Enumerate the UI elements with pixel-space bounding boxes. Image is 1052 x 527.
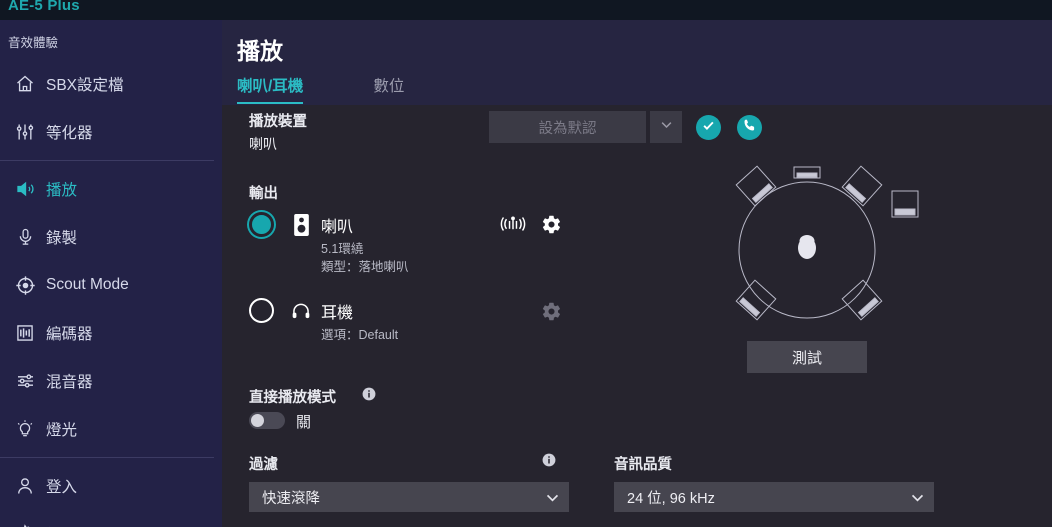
headphones-device-name: 耳機 (321, 305, 354, 322)
headphones-device-option: 選項：Default (321, 328, 399, 342)
sidebar-item-scout-mode[interactable]: Scout Mode (0, 261, 222, 309)
app-title: AE-5 Plus (8, 0, 80, 14)
sidebar-section-label: 音效體驗 (8, 36, 59, 50)
sidebar-item-label: 錄製 (46, 230, 78, 247)
sidebar-item-label: SBX設定檔 (46, 77, 124, 94)
sidebar-item-label: 等化器 (46, 125, 93, 142)
sidebar-item-label: 混音器 (46, 374, 93, 391)
sidebar-item-label: Scout Mode (46, 276, 129, 293)
set-as-default-button[interactable]: 設為默認 (489, 111, 646, 143)
title-bar: AE-5 Plus (0, 0, 1052, 20)
front-right-speaker-icon (841, 165, 883, 207)
playback-device-label: 播放裝置 (249, 114, 307, 130)
sidebar-item-label: 燈光 (46, 422, 78, 439)
encoder-icon (8, 320, 42, 346)
tab-bar: 喇叭/耳機 數位 (237, 74, 474, 104)
speaker-layout-diagram (722, 160, 952, 340)
speaker-device-config: 5.1環繞 (321, 242, 364, 256)
direct-mode-title: 直接播放模式 (249, 390, 336, 406)
subwoofer-icon (891, 190, 919, 218)
tab-digital[interactable]: 數位 (373, 74, 404, 104)
front-left-speaker-icon (735, 165, 777, 207)
sidebar-nav: SBX設定檔 等化器 播放 錄製 Scout Mode 編碼器 混音器 燈光 登… (0, 60, 222, 527)
playback-device-block: 播放裝置 喇叭 (249, 110, 307, 154)
direct-mode-info-icon[interactable] (362, 387, 376, 401)
sidebar-item-label: 編碼器 (46, 326, 93, 343)
speaker-device-name: 喇叭 (321, 219, 354, 236)
filter-label: 過濾 (249, 457, 278, 473)
listener-head-icon (798, 235, 816, 259)
confirm-device-button[interactable] (696, 115, 721, 140)
sidebar-item-encoder[interactable]: 編碼器 (0, 309, 222, 357)
sidebar-item-equalizer[interactable]: 等化器 (0, 108, 222, 156)
test-speakers-button[interactable]: 測試 (747, 341, 867, 373)
sidebar: 音效體驗 SBX設定檔 等化器 播放 錄製 Scout Mode 編碼器 混音器… (0, 20, 222, 527)
speaker-box-icon (289, 212, 313, 238)
chevron-down-icon (535, 489, 569, 506)
communications-device-button[interactable] (737, 115, 762, 140)
sidebar-item-lighting[interactable]: 燈光 (0, 405, 222, 453)
audio-quality-dropdown[interactable]: 24 位, 96 kHz (614, 482, 934, 512)
lightbulb-icon (8, 416, 42, 442)
sidebar-item-login[interactable]: 登入 (0, 462, 222, 510)
audio-quality-value: 24 位, 96 kHz (627, 490, 715, 507)
center-speaker-icon (793, 166, 821, 179)
playback-device-value: 喇叭 (249, 136, 277, 152)
home-icon (8, 71, 42, 97)
mixer-icon (8, 368, 42, 394)
person-icon (8, 473, 42, 499)
filter-dropdown-value: 快速滾降 (262, 490, 320, 507)
microphone-icon (8, 224, 42, 250)
headphones-radio-button[interactable] (249, 298, 274, 323)
device-dropdown-button[interactable] (650, 111, 682, 143)
rear-right-speaker-icon (841, 279, 883, 321)
headphones-settings-gear-icon[interactable] (540, 299, 562, 323)
rear-left-speaker-icon (735, 279, 777, 321)
sidebar-item-sbx-profile[interactable]: SBX設定檔 (0, 60, 222, 108)
broadcast-icon[interactable] (500, 212, 526, 236)
equalizer-icon (8, 119, 42, 145)
speaker-device-type: 類型：落地喇叭 (321, 260, 409, 274)
output-section-title: 輸出 (249, 186, 278, 202)
audio-quality-label: 音訊品質 (614, 457, 672, 473)
app-window: AE-5 Plus 音效體驗 SBX設定檔 等化器 播放 錄製 Scout Mo… (0, 0, 1052, 527)
direct-mode-toggle[interactable] (249, 412, 285, 429)
sidebar-divider-1 (0, 160, 214, 161)
phone-icon (742, 118, 757, 138)
check-icon (701, 118, 716, 138)
speaker-wave-icon (8, 176, 42, 202)
filter-dropdown[interactable]: 快速滾降 (249, 482, 569, 512)
speaker-radio-button[interactable] (249, 212, 274, 237)
sidebar-item-label: 登入 (46, 479, 78, 496)
sidebar-item-recording[interactable]: 錄製 (0, 213, 222, 261)
speaker-settings-gear-icon[interactable] (540, 212, 562, 236)
sidebar-divider-2 (0, 457, 214, 458)
chevron-down-icon (659, 117, 674, 137)
page-title: 播放 (237, 38, 283, 64)
sidebar-item-settings[interactable]: 設置 (0, 510, 222, 527)
sidebar-item-playback[interactable]: 播放 (0, 165, 222, 213)
toggle-knob (251, 414, 264, 427)
filter-info-icon[interactable] (542, 453, 556, 467)
sidebar-item-label: 設置 (42, 523, 77, 527)
gear-icon (8, 521, 42, 527)
sidebar-item-label: 播放 (46, 182, 78, 199)
crosshair-icon (8, 272, 42, 298)
chevron-down-icon (900, 489, 934, 506)
sidebar-item-mixer[interactable]: 混音器 (0, 357, 222, 405)
tab-speakers-headphones[interactable]: 喇叭/耳機 (237, 74, 304, 104)
headphones-icon (289, 298, 313, 324)
direct-mode-toggle-label: 關 (296, 414, 312, 431)
